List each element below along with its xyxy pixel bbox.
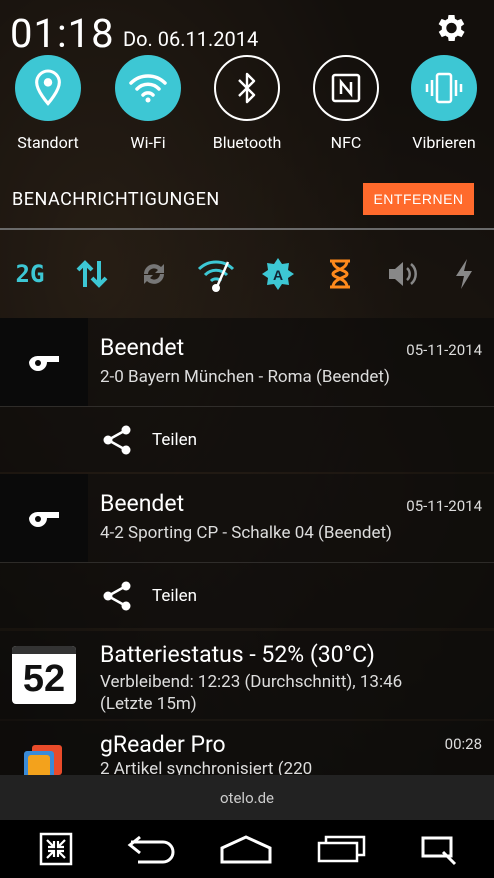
share-action[interactable]: Teilen <box>100 420 197 460</box>
qs-label: Wi-Fi <box>130 133 166 152</box>
home-icon <box>220 835 272 864</box>
notification-title: Beendet <box>100 334 185 361</box>
location-icon <box>35 69 61 106</box>
clock: 01:18 <box>10 10 115 57</box>
network-type-label: 2G <box>15 260 45 288</box>
back-button[interactable] <box>122 828 182 870</box>
date: Do. 06.11.2014 <box>123 27 259 51</box>
battery-badge: 52 <box>12 646 76 704</box>
qs-tile-location[interactable]: Standort <box>0 55 96 152</box>
notifications-heading: BENACHRICHTIGUNGEN <box>12 189 220 210</box>
notification-title: Batteriestatus - 52% (30°C) <box>100 641 375 668</box>
sound-icon <box>382 248 422 300</box>
sync-icon <box>134 248 174 300</box>
qs-toggle[interactable] <box>15 55 81 121</box>
share-icon <box>103 425 131 455</box>
network-2g-icon: 2G <box>10 248 50 300</box>
settings-gear-icon[interactable] <box>432 10 468 46</box>
recent-apps-icon <box>317 835 366 863</box>
power-saving-icon <box>444 248 484 300</box>
quick-menu-button[interactable] <box>414 828 464 870</box>
qs-label: Vibrieren <box>412 133 476 152</box>
notification-text: 2-0 Bayern München - Roma (Beendet) <box>100 367 390 387</box>
qs-toggle[interactable] <box>115 55 181 121</box>
svg-text:A: A <box>273 267 283 283</box>
wifi-icon <box>129 74 167 103</box>
qs-toggle[interactable] <box>313 55 379 121</box>
wifi-hotspot-icon <box>196 248 236 300</box>
divider <box>0 228 494 230</box>
qs-label: Bluetooth <box>212 133 282 152</box>
qs-tile-wifi[interactable]: Wi-Fi <box>100 55 196 152</box>
share-label: Teilen <box>152 430 198 450</box>
notification-card[interactable]: Beendet 05-11-2014 2-0 Bayern München - … <box>0 318 494 472</box>
qs-label: Standort <box>17 133 79 152</box>
notification-icon <box>0 474 88 562</box>
qslide-icon <box>421 836 457 866</box>
recent-apps-button[interactable] <box>314 828 370 870</box>
status-icon-strip: 2G A <box>0 248 494 300</box>
share-action[interactable]: Teilen <box>100 576 197 616</box>
qs-tile-vibrate[interactable]: Vibrieren <box>396 55 492 152</box>
notification-card[interactable]: gReader Pro 00:28 2 Artikel synchronisie… <box>0 721 494 775</box>
back-icon <box>127 835 175 864</box>
notification-title: Beendet <box>100 490 185 517</box>
carrier-label: otelo.de <box>0 775 494 820</box>
notification-text-2: (Letzte 15m) <box>100 694 197 714</box>
battery-level-label: 52 <box>22 657 66 700</box>
divider <box>0 562 494 563</box>
notification-text: 2 Artikel synchronisiert (220 <box>100 759 313 775</box>
qs-label: NFC <box>330 133 362 152</box>
auto-brightness-icon: A <box>258 248 298 300</box>
qs-tile-bluetooth[interactable]: Bluetooth <box>199 55 295 152</box>
notification-time: 00:28 <box>444 735 482 753</box>
whistle-icon <box>29 511 59 528</box>
notification-time: 05-11-2014 <box>406 341 482 359</box>
divider <box>0 406 494 407</box>
whistle-icon <box>29 355 59 372</box>
notification-card[interactable]: Beendet 05-11-2014 4-2 Sporting CP - Sch… <box>0 474 494 628</box>
qs-toggle[interactable] <box>411 55 477 121</box>
share-label: Teilen <box>152 586 198 606</box>
data-transfer-icon <box>72 248 112 300</box>
bluetooth-icon <box>238 72 256 104</box>
home-button[interactable] <box>216 828 276 870</box>
navigation-bar <box>0 820 494 878</box>
notification-text: Verbleibend: 12:23 (Durchschnitt), 13:46 <box>100 672 403 692</box>
greader-icon <box>24 745 64 775</box>
nfc-icon <box>331 73 361 103</box>
share-icon <box>103 581 131 611</box>
notification-text: 4-2 Sporting CP - Schalke 04 (Beendet) <box>100 523 392 543</box>
collapse-button[interactable] <box>34 828 78 870</box>
notification-title: gReader Pro <box>100 731 226 758</box>
qs-toggle[interactable] <box>214 55 280 121</box>
notification-time: 05-11-2014 <box>406 497 482 515</box>
qs-tile-nfc[interactable]: NFC <box>298 55 394 152</box>
collapse-icon <box>39 832 73 866</box>
vibrate-icon <box>425 72 463 104</box>
clear-all-button[interactable]: ENTFERNEN <box>363 183 474 215</box>
notification-icon <box>0 318 88 406</box>
notification-icon: 52 <box>0 631 88 719</box>
notification-card[interactable]: 52 Batteriestatus - 52% (30°C) Verbleibe… <box>0 631 494 719</box>
hourglass-icon <box>320 248 360 300</box>
quick-settings-panel: 01:18 Do. 06.11.2014 Standort Wi-Fi Blue… <box>0 0 494 228</box>
